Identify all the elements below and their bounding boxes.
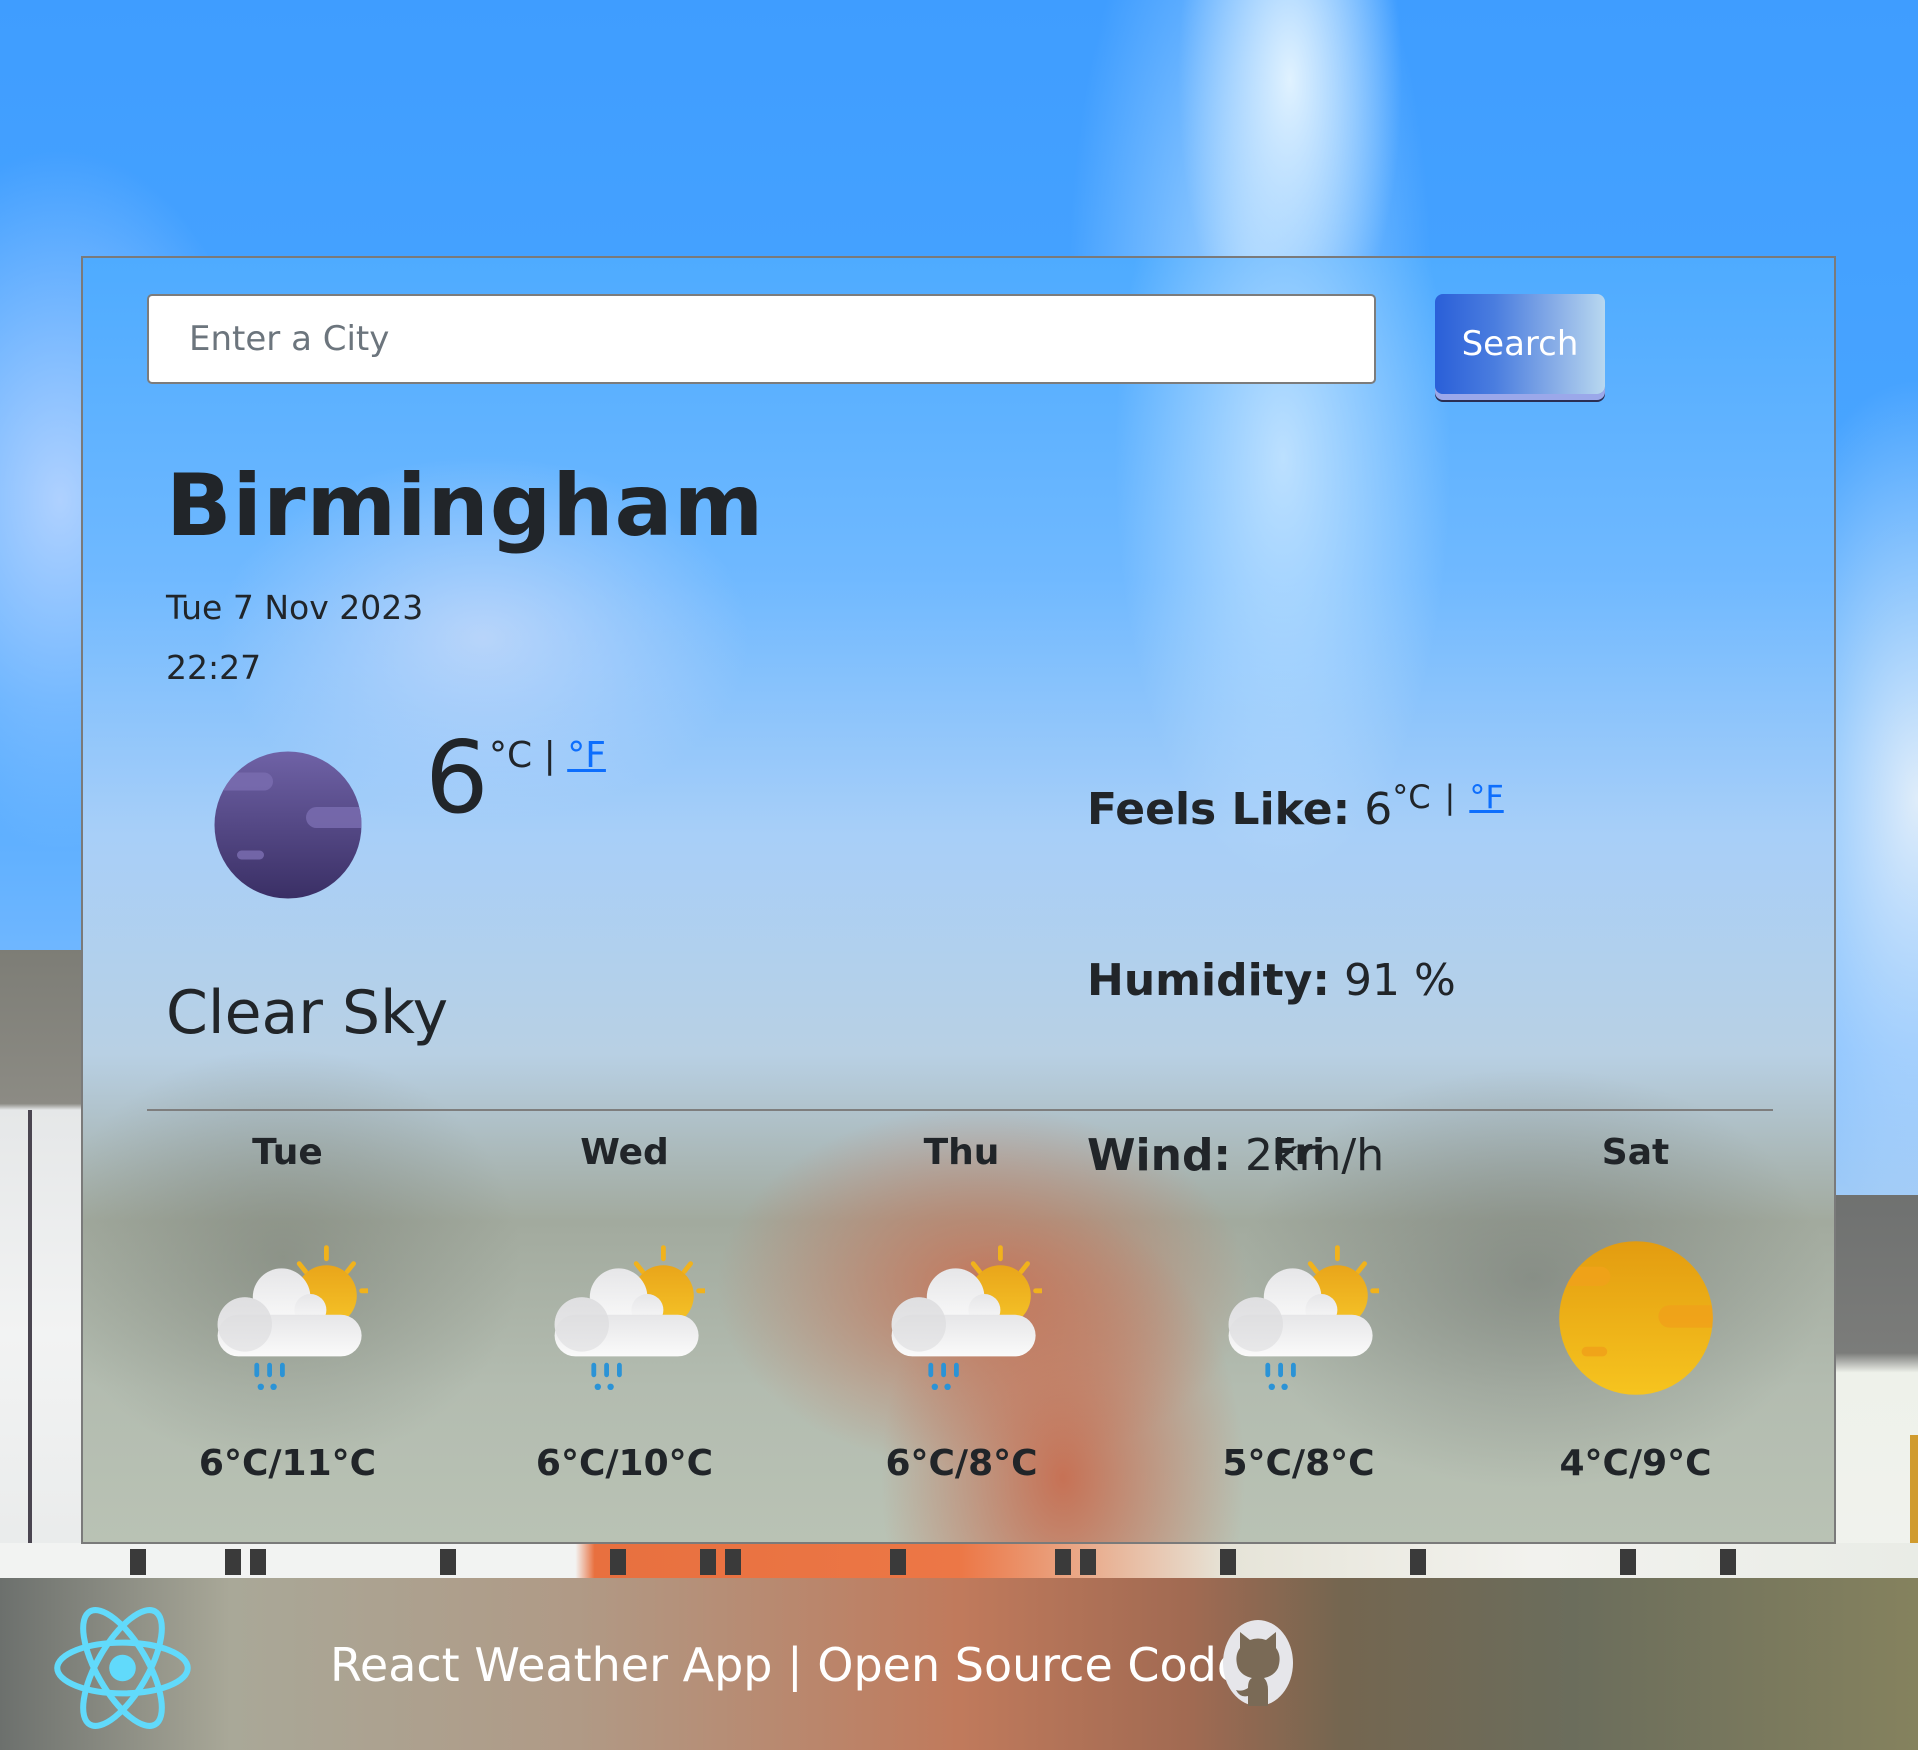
feels-like-unit-celsius: °C	[1392, 778, 1431, 816]
forecast-day: Tue 6°C/11°C	[119, 1120, 456, 1540]
react-logo-icon	[54, 1607, 191, 1729]
partly-cloudy-rain-icon	[208, 1238, 368, 1398]
forecast-temps: 6°C/8°C	[885, 1443, 1038, 1484]
unit-separator: |	[543, 735, 556, 776]
building-right	[1835, 1195, 1918, 1590]
app-name: React Weather App	[330, 1638, 773, 1692]
footer: React Weather App | Open Source Code	[0, 1578, 1918, 1750]
feels-like-value: 6	[1364, 784, 1393, 835]
forecast-temps: 6°C/11°C	[198, 1443, 377, 1484]
forecast-day-name: Tue	[252, 1132, 323, 1173]
current-date: Tue 7 Nov 2023	[166, 588, 424, 627]
current-temperature: 6	[425, 719, 489, 836]
weather-description: Clear Sky	[166, 978, 449, 1048]
forecast-temps: 6°C/10°C	[535, 1443, 714, 1484]
feels-like-fahrenheit-link[interactable]: °F	[1469, 778, 1503, 816]
forecast-row: Tue 6°C/11°C Wed 6°C/10°C Thu 6°C/8°C Fr…	[119, 1120, 1804, 1540]
current-time: 22:27	[166, 648, 262, 687]
forecast-temps: 5°C/8°C	[1222, 1443, 1375, 1484]
footer-text: React Weather App | Open Source Code	[330, 1638, 1245, 1692]
feels-like-separator: |	[1444, 778, 1456, 816]
forecast-day: Fri 5°C/8°C	[1130, 1120, 1467, 1540]
forecast-day: Wed 6°C/10°C	[456, 1120, 793, 1540]
clear-night-moon-icon	[214, 751, 362, 899]
github-icon[interactable]	[1222, 1618, 1294, 1708]
footer-separator: |	[787, 1638, 803, 1692]
forecast-day-name: Thu	[923, 1132, 1000, 1173]
forecast-temps: 4°C/9°C	[1559, 1443, 1712, 1484]
partly-cloudy-rain-icon	[1219, 1238, 1379, 1398]
fahrenheit-link[interactable]: °F	[567, 735, 606, 776]
partly-cloudy-rain-icon	[882, 1238, 1042, 1398]
forecast-day-name: Fri	[1272, 1132, 1325, 1173]
feels-like-label: Feels Like:	[1087, 784, 1351, 835]
humidity: Humidity: 91 %	[1087, 955, 1456, 1006]
feels-like: Feels Like: 6°C | °F	[1087, 778, 1504, 835]
weather-card: Search Birmingham Tue 7 Nov 2023 22:27 6…	[81, 256, 1836, 1544]
street-buildings	[0, 1543, 1918, 1583]
building-left	[0, 950, 90, 1590]
forecast-divider	[147, 1109, 1773, 1111]
search-button[interactable]: Search	[1435, 294, 1605, 394]
forecast-day-name: Wed	[580, 1132, 669, 1173]
forecast-day: Thu 6°C/8°C	[793, 1120, 1130, 1540]
unit-toggle: °C | °F	[489, 738, 606, 774]
forecast-day: Sat 4°C/9°C	[1467, 1120, 1804, 1540]
humidity-value: 91 %	[1343, 955, 1456, 1006]
clear-sun-icon	[1558, 1241, 1713, 1395]
unit-celsius: °C	[489, 735, 533, 776]
humidity-label: Humidity:	[1087, 955, 1330, 1006]
city-name: Birmingham	[166, 456, 765, 556]
partly-cloudy-rain-icon	[545, 1238, 705, 1398]
forecast-day-name: Sat	[1601, 1132, 1670, 1173]
city-search-input[interactable]	[147, 294, 1376, 384]
open-source-code-link[interactable]: Open Source Code	[817, 1638, 1245, 1692]
